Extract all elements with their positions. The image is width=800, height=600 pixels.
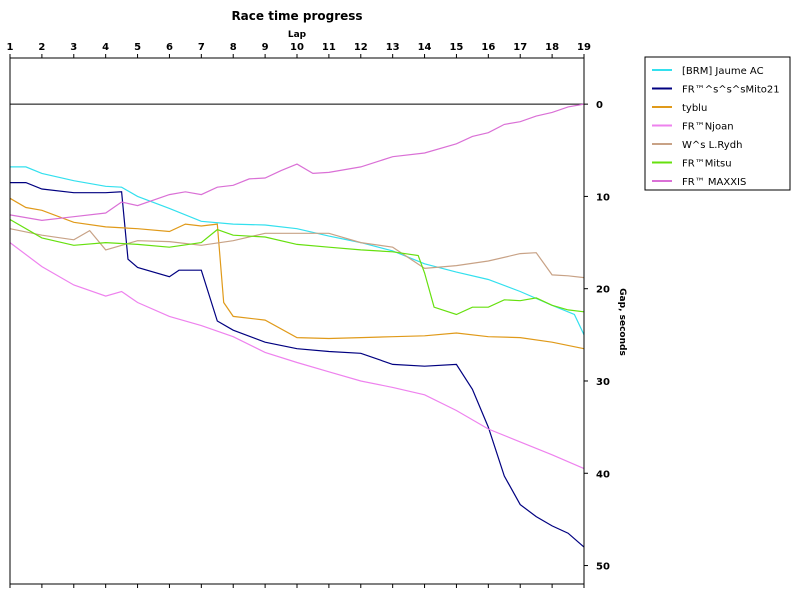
x-tick-label: 15 — [449, 42, 463, 53]
x-tick-label: 6 — [166, 42, 173, 53]
x-tick-label: 16 — [481, 42, 495, 53]
legend-label-1: [BRM] Jaume AC — [682, 66, 764, 77]
legend-label-5: W^s L.Rydh — [682, 140, 742, 151]
y-axis-label: Gap, seconds — [617, 288, 627, 356]
x-tick-label: 9 — [262, 42, 269, 53]
x-tick-label: 11 — [322, 42, 336, 53]
legend-label-6: FR™Mitsu — [682, 159, 732, 170]
y-tick-label: 30 — [596, 377, 610, 388]
x-tick-label: 14 — [418, 42, 432, 53]
race-chart: Race time progress Lap Gap, seconds 1234… — [0, 0, 800, 600]
x-tick-label: 5 — [134, 42, 141, 53]
legend-label-7: FR™ MAXXIS — [682, 177, 746, 188]
x-tick-label: 7 — [198, 42, 205, 53]
legend-label-4: FR™Njoan — [682, 122, 734, 133]
x-axis-label: Lap — [288, 30, 307, 40]
x-tick-label: 3 — [70, 42, 77, 53]
chart-title: Race time progress — [231, 9, 362, 23]
y-tick-label: 20 — [596, 285, 610, 296]
x-tick-label: 10 — [290, 42, 304, 53]
legend: [BRM] Jaume AC FR™^s^s^sMito21 tyblu FR™Njo… — [644, 56, 791, 191]
y-tick-label: 40 — [596, 469, 610, 480]
x-tick-label: 18 — [545, 42, 559, 53]
x-tick-label: 2 — [38, 42, 45, 53]
y-tick-label: 50 — [596, 562, 610, 573]
x-tick-label: 17 — [513, 42, 527, 53]
legend-label-3: tyblu — [682, 103, 707, 114]
x-tick-label: 1 — [7, 42, 14, 53]
x-tick-label: 13 — [386, 42, 400, 53]
y-tick-label: 0 — [596, 100, 603, 111]
y-tick-label: 10 — [596, 192, 610, 203]
x-tick-label: 8 — [230, 42, 237, 53]
x-tick-label: 12 — [354, 42, 368, 53]
legend-label-2: FR™^s^s^sMito21 — [682, 85, 780, 96]
x-tick-label: 4 — [102, 42, 109, 53]
x-tick-label: 19 — [577, 42, 591, 53]
